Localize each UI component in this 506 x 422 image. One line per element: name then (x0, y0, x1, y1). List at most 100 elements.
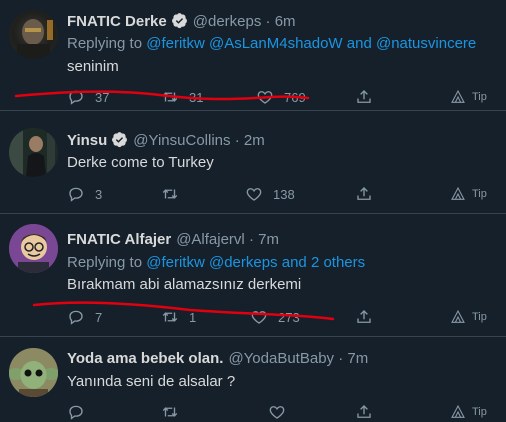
display-name[interactable]: Yoda ama bebek olan. (67, 350, 223, 367)
mention-link[interactable]: 2 others (311, 254, 365, 271)
share-icon (357, 187, 371, 200)
retweet-count: 31 (189, 89, 204, 105)
like-button[interactable]: 138 (245, 184, 295, 204)
tip-icon (451, 186, 465, 200)
reply-count: 3 (95, 186, 103, 202)
display-name[interactable]: FNATIC Alfajer (67, 231, 171, 248)
like-button[interactable]: 769 (256, 87, 306, 107)
tip-button[interactable]: Tip (450, 184, 487, 204)
timestamp[interactable]: 6m (275, 13, 296, 30)
mention-link[interactable]: @feritkw (146, 254, 205, 271)
separator-dot: · (234, 132, 240, 149)
retweet-icon (162, 189, 178, 199)
verified-badge-icon (171, 12, 188, 29)
retweet-button[interactable]: 31 (161, 87, 203, 107)
tip-icon (451, 89, 465, 103)
tweet-text: Yanında seni de alsalar ? (67, 373, 236, 390)
avatar-yinsu[interactable] (9, 128, 58, 177)
handle[interactable]: @YodaButBaby (228, 350, 334, 367)
mention-link[interactable]: @derkeps (209, 254, 278, 271)
reply-button[interactable] (67, 402, 85, 422)
handle[interactable]: @YinsuCollins (133, 132, 230, 149)
tweet-text: Bırakmam abi alamazsınız derkemi (67, 276, 302, 293)
replying-label: Replying to (67, 35, 143, 52)
replying-to: Replying to @feritkw @AsLanM4shadoW and … (67, 35, 476, 53)
mention-joiner: and (281, 254, 307, 271)
reply-icon (69, 187, 83, 202)
share-icon (357, 405, 371, 418)
tweet-text: seninim (67, 58, 119, 75)
retweet-button[interactable]: 1 (161, 307, 196, 327)
tip-label: Tip (472, 91, 487, 103)
display-name[interactable]: FNATIC Derke (67, 13, 167, 30)
share-button[interactable] (355, 307, 373, 327)
tweet-header: FNATIC Alfajer @Alfajervl · 7m (67, 231, 279, 249)
reply-icon (69, 90, 83, 105)
display-name[interactable]: Yinsu (67, 132, 107, 149)
like-count: 769 (284, 89, 306, 105)
reply-count: 37 (95, 89, 110, 105)
retweet-icon (162, 92, 178, 102)
separator-dot: · (338, 350, 344, 367)
share-button[interactable] (355, 184, 373, 204)
tweet-yinsu[interactable]: Yinsu @YinsuCollins · 2m Derke come to Tu… (0, 111, 506, 213)
heart-icon (257, 91, 273, 104)
separator-dot: · (248, 231, 254, 248)
share-icon (357, 310, 371, 323)
mention-link[interactable]: @AsLanM4shadoW (209, 35, 343, 52)
reply-button[interactable]: 7 (67, 307, 102, 327)
share-button[interactable] (355, 402, 373, 422)
tip-button[interactable]: Tip (450, 307, 487, 327)
mention-link[interactable]: @natusvincere (376, 35, 476, 52)
handle[interactable]: @derkeps (193, 13, 262, 30)
heart-icon (269, 406, 285, 419)
handle[interactable]: @Alfajervl (176, 231, 245, 248)
tip-icon (451, 404, 465, 418)
tip-label: Tip (472, 406, 487, 418)
tweet-header: Yoda ama bebek olan. @YodaButBaby · 7m (67, 350, 368, 368)
avatar-alfajer[interactable] (9, 224, 58, 273)
reply-button[interactable]: 37 (67, 87, 109, 107)
retweet-button[interactable] (161, 184, 189, 204)
timestamp[interactable]: 7m (258, 231, 279, 248)
like-count: 138 (273, 186, 295, 202)
tweet-derke[interactable]: FNATIC Derke @derkeps · 6m Replying to @f… (0, 0, 506, 110)
separator-dot: · (265, 13, 271, 30)
share-icon (357, 90, 371, 103)
action-bar: 37 31 769 Tip (0, 87, 506, 107)
heart-icon (251, 311, 267, 324)
retweet-icon (162, 312, 178, 322)
tip-label: Tip (472, 188, 487, 200)
avatar-yoda[interactable] (9, 348, 58, 397)
reply-count: 7 (95, 309, 103, 325)
tweet-alfajer[interactable]: FNATIC Alfajer @Alfajervl · 7m Replying t… (0, 214, 506, 336)
mention-joiner: and (346, 35, 372, 52)
retweet-icon (162, 407, 178, 417)
retweet-count: 1 (189, 309, 197, 325)
reply-button[interactable]: 3 (67, 184, 102, 204)
action-bar: Tip (0, 402, 506, 422)
like-count: 273 (278, 309, 300, 325)
tweet-yoda[interactable]: Yoda ama bebek olan. @YodaButBaby · 7m Ya… (0, 337, 506, 420)
mention-link[interactable]: @feritkw (146, 35, 205, 52)
replying-to: Replying to @feritkw @derkeps and 2 othe… (67, 254, 365, 272)
tweet-header: FNATIC Derke @derkeps · 6m (67, 12, 296, 31)
tip-icon (451, 309, 465, 323)
like-button[interactable]: 273 (250, 307, 300, 327)
tweet-header: Yinsu @YinsuCollins · 2m (67, 131, 265, 150)
retweet-button[interactable] (161, 402, 179, 422)
timestamp[interactable]: 2m (244, 132, 265, 149)
action-bar: 3 138 Tip (0, 184, 506, 204)
verified-badge-icon (111, 131, 128, 148)
share-button[interactable] (355, 87, 373, 107)
tip-button[interactable]: Tip (450, 402, 487, 422)
heart-icon (246, 188, 262, 201)
like-button[interactable] (268, 402, 286, 422)
reply-icon (69, 310, 83, 325)
timestamp[interactable]: 7m (347, 350, 368, 367)
replying-label: Replying to (67, 254, 143, 271)
tip-button[interactable]: Tip (450, 87, 487, 107)
tip-label: Tip (472, 311, 487, 323)
avatar-derke[interactable] (9, 10, 58, 59)
reply-icon (69, 405, 83, 420)
